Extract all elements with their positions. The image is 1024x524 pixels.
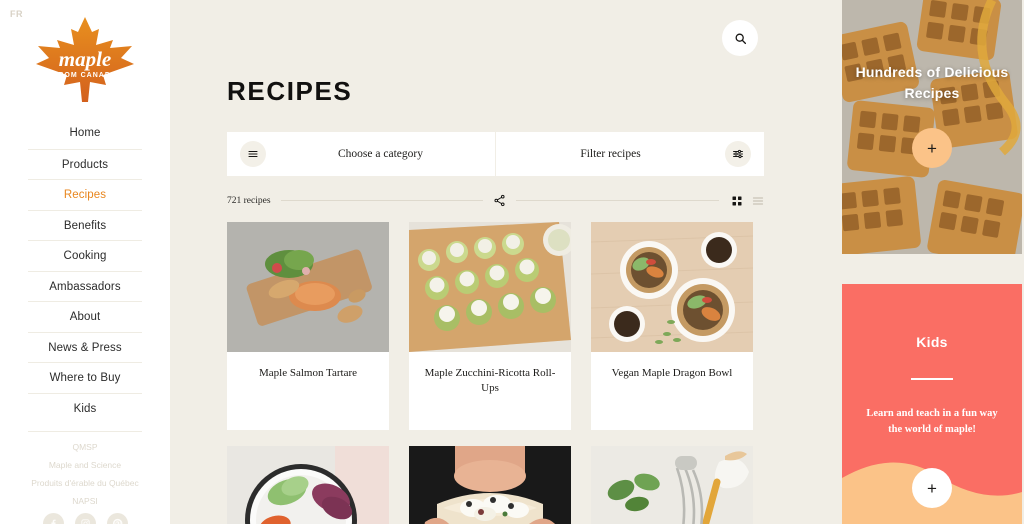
search-icon: [735, 33, 746, 44]
nav-item-about[interactable]: About: [28, 301, 142, 332]
results-row: 721 recipes: [227, 194, 764, 207]
list-view-icon[interactable]: [752, 195, 764, 207]
maple-leaf-icon: maple FROM CANADA: [36, 17, 134, 102]
recipes-page: FR maple FROM CANADA Home Products Recip…: [0, 0, 1024, 524]
nav-item-benefits[interactable]: Benefits: [28, 209, 142, 241]
recipe-image-pouring-dressing: [591, 446, 753, 524]
recipe-card[interactable]: Maple Salmon Tartare: [227, 222, 389, 430]
filter-recipes-label: Filter recipes: [580, 148, 641, 160]
recipe-image-salmon-tartare: [227, 222, 389, 352]
nav-item-ambassadors[interactable]: Ambassadors: [28, 270, 142, 302]
divider-right: [516, 200, 719, 201]
recipe-card-grid-row-2: [227, 446, 764, 524]
maple-from-canada-logo[interactable]: maple FROM CANADA: [33, 13, 137, 105]
recipe-card[interactable]: Maple Zucchini-Ricotta Roll-Ups: [409, 222, 571, 430]
svg-text:FROM CANADA: FROM CANADA: [53, 72, 117, 79]
share-icon[interactable]: [493, 194, 506, 207]
instagram-icon[interactable]: [74, 513, 96, 524]
recipe-title: Maple Zucchini-Ricotta Roll-Ups: [424, 367, 556, 394]
pinterest-icon[interactable]: [106, 513, 128, 524]
main-navigation: Home Products Recipes Benefits Cooking A…: [28, 118, 142, 423]
recipe-card[interactable]: Vegan Maple Dragon Bowl: [591, 222, 753, 430]
promo-kids[interactable]: Kids Learn and teach in a fun way the wo…: [842, 284, 1022, 524]
recipe-image-wrap-sandwich: [409, 446, 571, 524]
footer-link-napsi[interactable]: NAPSI: [28, 495, 142, 507]
recipe-image-dragon-bowl: [591, 222, 753, 352]
recipe-card[interactable]: [409, 446, 571, 524]
recipe-title: Vegan Maple Dragon Bowl: [611, 367, 733, 379]
main-content: RECIPES Choose a category Filter recipes: [170, 0, 820, 524]
search-button[interactable]: [722, 20, 758, 56]
recipe-image-salad-bowl: [227, 446, 389, 524]
svg-text:maple: maple: [59, 47, 112, 71]
filter-bar: Choose a category Filter recipes: [227, 132, 764, 176]
footer-link-maple-and-science[interactable]: Maple and Science: [28, 459, 142, 471]
recipe-card[interactable]: [227, 446, 389, 524]
results-count: 721 recipes: [227, 195, 271, 206]
recipe-card-grid-row-1: Maple Salmon Tartare Maple Zucchini-Rico…: [227, 222, 764, 430]
promo-hundreds-of-recipes[interactable]: Hundreds of Delicious Recipes +: [842, 0, 1022, 254]
sidebar: FR maple FROM CANADA Home Products Recip…: [0, 0, 170, 524]
right-rail: Hundreds of Delicious Recipes + Kids Lea…: [820, 0, 1024, 524]
filter-recipes-button[interactable]: Filter recipes: [495, 132, 764, 176]
footer-link-qmsp[interactable]: QMSP: [28, 441, 142, 453]
promo-kids-content: Kids Learn and teach in a fun way the wo…: [842, 284, 1022, 524]
grid-view-icon[interactable]: [731, 195, 743, 207]
promo-kids-text: Learn and teach in a fun way the world o…: [866, 408, 998, 435]
recipe-image-zucchini-rollups: [409, 222, 571, 352]
promo-recipes-plus-button[interactable]: +: [912, 128, 952, 168]
nav-item-where-to-buy[interactable]: Where to Buy: [28, 362, 142, 393]
nav-item-kids[interactable]: Kids: [28, 392, 142, 424]
recipe-card[interactable]: [591, 446, 753, 524]
facebook-icon[interactable]: [42, 513, 64, 524]
footer-link-produits-derable[interactable]: Produits d'érable du Québec: [28, 477, 142, 489]
nav-item-cooking[interactable]: Cooking: [28, 240, 142, 271]
nav-item-home[interactable]: Home: [28, 118, 142, 149]
nav-item-news-press[interactable]: News & Press: [28, 331, 142, 363]
hamburger-menu-icon: [240, 141, 266, 167]
language-toggle-fr[interactable]: FR: [10, 9, 23, 19]
choose-category-label: Choose a category: [338, 148, 423, 160]
promo-recipes-content: Hundreds of Delicious Recipes +: [842, 0, 1022, 254]
promo-kids-title: Kids: [916, 334, 948, 350]
promo-recipes-title: Hundreds of Delicious Recipes: [855, 64, 1009, 101]
view-toggles: [731, 195, 764, 207]
choose-category-dropdown[interactable]: Choose a category: [227, 132, 495, 176]
recipe-title: Maple Salmon Tartare: [259, 367, 357, 379]
sliders-icon: [725, 141, 751, 167]
page-title: RECIPES: [227, 76, 353, 106]
nav-item-products[interactable]: Products: [28, 148, 142, 180]
promo-kids-divider: [911, 378, 953, 380]
sidebar-footer: QMSP Maple and Science Produits d'érable…: [28, 431, 142, 524]
divider-left: [280, 200, 484, 201]
promo-kids-plus-button[interactable]: +: [912, 468, 952, 508]
nav-item-recipes[interactable]: Recipes: [28, 179, 142, 210]
social-links: [28, 513, 142, 524]
